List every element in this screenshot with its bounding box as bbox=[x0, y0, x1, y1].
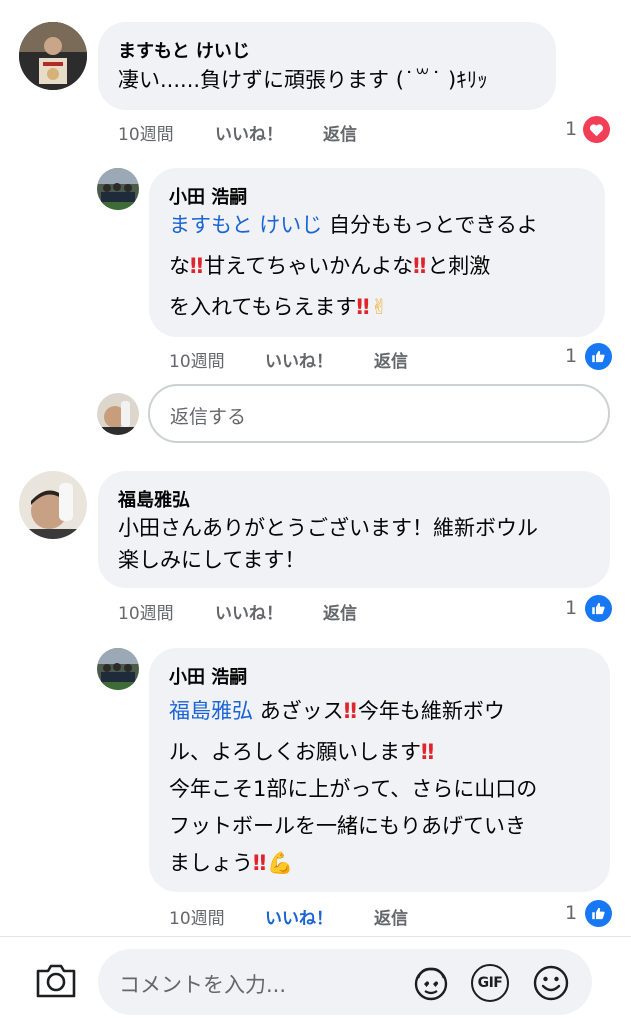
text-span: を入れてもらえます bbox=[169, 295, 357, 319]
reaction-count[interactable]: 1 bbox=[565, 118, 577, 140]
reply-input[interactable]: 返信する bbox=[148, 384, 610, 443]
victory-hand-icon: ✌ bbox=[370, 295, 389, 319]
comment-text: 凄い......負けずに頑張ります (˙꒳˙ )ｷﾘｯ bbox=[118, 68, 488, 92]
comment-placeholder: コメントを入力... bbox=[119, 973, 287, 997]
reaction-count[interactable]: 1 bbox=[565, 902, 577, 924]
comment-text: を入れてもらえます‼ ✌ bbox=[169, 287, 388, 328]
sticker-icon[interactable] bbox=[412, 964, 450, 1002]
double-exclamation-icon: ‼ bbox=[343, 699, 357, 723]
text-span: ル、よろしくお願いします bbox=[169, 740, 421, 764]
text-span: 自分ももっとできるよ bbox=[328, 213, 538, 237]
text-span: ましょう bbox=[169, 851, 253, 875]
avatar[interactable] bbox=[19, 22, 87, 90]
reply-button[interactable]: 返信 bbox=[374, 904, 408, 929]
double-exclamation-icon: ‼ bbox=[421, 740, 434, 764]
reaction-count[interactable]: 1 bbox=[565, 345, 577, 367]
thumbs-up-icon[interactable] bbox=[585, 900, 612, 927]
reply-button[interactable]: 返信 bbox=[323, 599, 357, 624]
comment-input[interactable]: コメントを入力... GIF bbox=[98, 949, 592, 1015]
avatar[interactable] bbox=[97, 648, 139, 690]
comment-time[interactable]: 10週間 bbox=[118, 599, 174, 624]
like-button[interactable]: いいね！ bbox=[215, 599, 283, 624]
double-exclamation-icon: ‼ bbox=[190, 254, 203, 278]
comment-text: 今年こそ1部に上がって、さらに山口の bbox=[169, 777, 538, 801]
comment-text: な‼ 甘えてちゃいかんよな‼ と刺激 bbox=[169, 246, 490, 287]
comment-text: 楽しみにしてます！ bbox=[118, 548, 306, 572]
text-span: あざッス bbox=[259, 699, 344, 723]
gif-button[interactable]: GIF bbox=[471, 964, 509, 1002]
comment-text: ますもと けいじ 自分ももっとできるよ bbox=[169, 205, 538, 246]
like-button[interactable]: いいね！ bbox=[265, 347, 333, 372]
text-span: な bbox=[169, 254, 190, 278]
comment-author[interactable]: 小田 浩嗣 bbox=[169, 663, 247, 689]
reply-button[interactable]: 返信 bbox=[323, 120, 357, 145]
avatar[interactable] bbox=[97, 168, 139, 210]
thumbs-up-icon[interactable] bbox=[585, 595, 612, 622]
text-span: 甘えてちゃいかんよな bbox=[204, 254, 414, 278]
mention-link[interactable]: ますもと けいじ bbox=[169, 213, 322, 237]
text-span: 今年も維新ボウ bbox=[357, 699, 505, 723]
text-span: と刺激 bbox=[427, 254, 491, 278]
avatar[interactable] bbox=[19, 471, 87, 539]
thumbs-up-icon[interactable] bbox=[585, 343, 612, 370]
comment-text: 福島雅弘 あざッス‼ 今年も維新ボウ bbox=[169, 691, 505, 732]
comment-time[interactable]: 10週間 bbox=[118, 120, 174, 145]
flexed-biceps-icon: 💪 bbox=[267, 851, 294, 875]
comment-text: フットボールを一緒にもりあげていき bbox=[169, 814, 526, 838]
avatar[interactable] bbox=[97, 393, 139, 435]
comment-composer: コメントを入力... GIF bbox=[0, 936, 631, 1024]
mention-link[interactable]: 福島雅弘 bbox=[169, 699, 253, 723]
gif-label: GIF bbox=[477, 975, 503, 991]
double-exclamation-icon: ‼ bbox=[356, 295, 369, 319]
comment-text: ル、よろしくお願いします‼ bbox=[169, 732, 435, 773]
comment-time[interactable]: 10週間 bbox=[169, 347, 225, 372]
heart-icon[interactable] bbox=[583, 116, 610, 143]
camera-icon[interactable] bbox=[34, 961, 78, 1001]
comment-text: ましょう‼ 💪 bbox=[169, 843, 293, 884]
reaction-count[interactable]: 1 bbox=[565, 597, 577, 619]
like-button[interactable]: いいね！ bbox=[265, 904, 333, 929]
double-exclamation-icon: ‼ bbox=[253, 851, 266, 875]
smiley-icon[interactable] bbox=[532, 964, 570, 1002]
reply-placeholder: 返信する bbox=[170, 406, 247, 428]
reply-button[interactable]: 返信 bbox=[374, 347, 408, 372]
double-exclamation-icon: ‼ bbox=[413, 254, 426, 278]
like-button[interactable]: いいね！ bbox=[215, 120, 283, 145]
comment-time[interactable]: 10週間 bbox=[169, 904, 225, 929]
